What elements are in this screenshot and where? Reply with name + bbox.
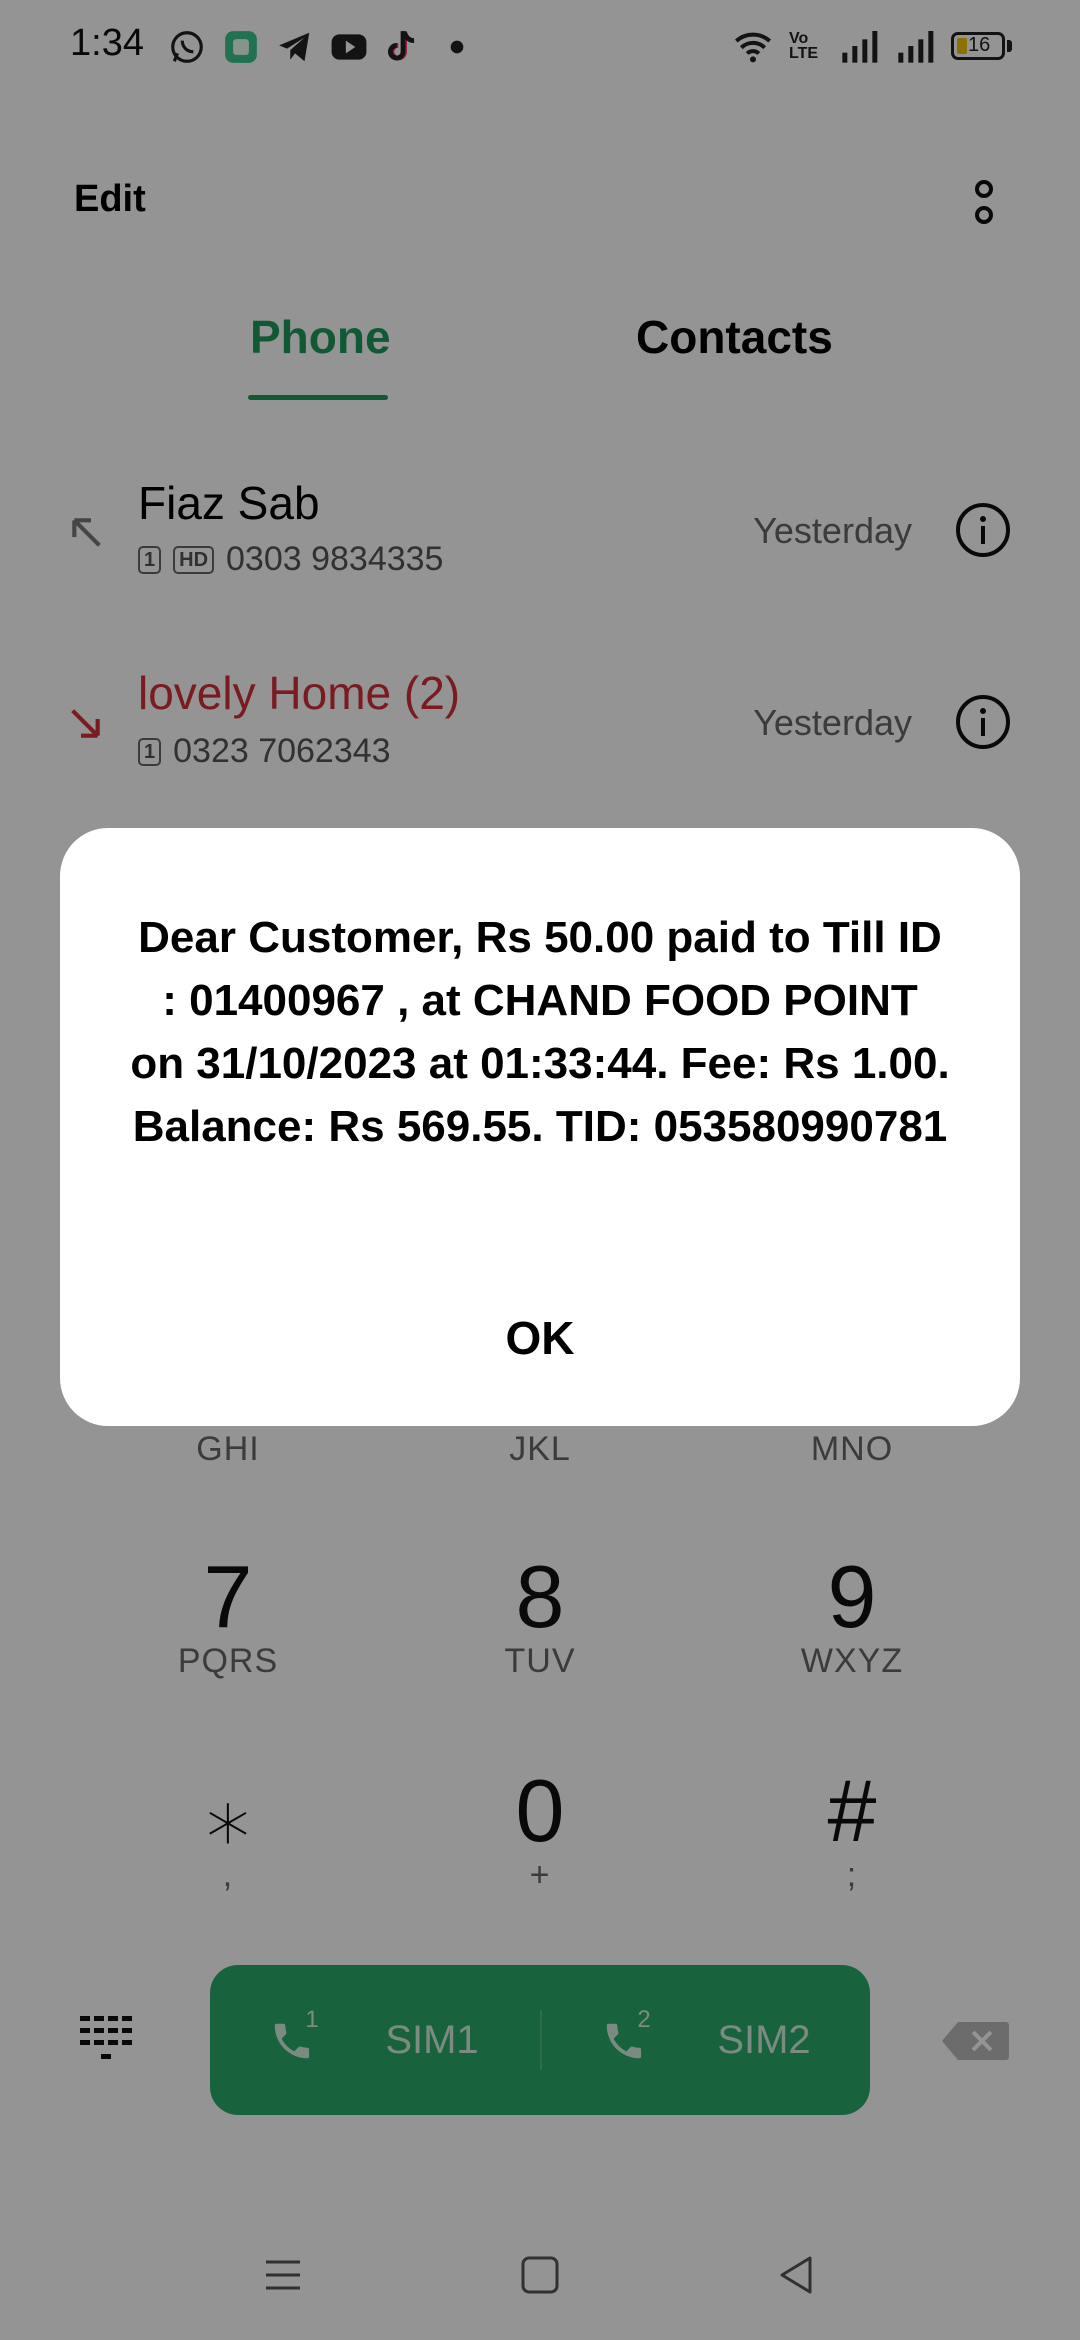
dialog-message: Dear Customer, Rs 50.00 paid to Till ID … (130, 913, 950, 1151)
ussd-message-dialog: Dear Customer, Rs 50.00 paid to Till ID … (60, 828, 1020, 1426)
ok-button[interactable]: OK (440, 1298, 640, 1378)
